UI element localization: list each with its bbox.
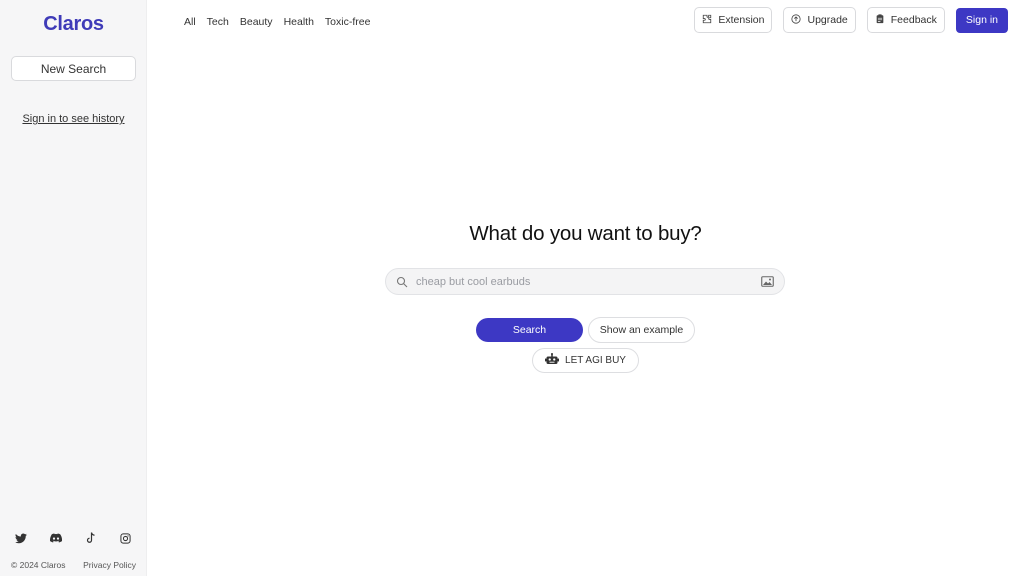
extension-button[interactable]: Extension bbox=[694, 7, 773, 33]
search-icon bbox=[396, 276, 408, 288]
feedback-button[interactable]: Feedback bbox=[866, 7, 945, 33]
sign-in-button[interactable]: Sign in bbox=[955, 7, 1008, 33]
search-input[interactable] bbox=[416, 275, 761, 288]
show-example-button[interactable]: Show an example bbox=[588, 317, 695, 343]
privacy-policy-link[interactable]: Privacy Policy bbox=[83, 560, 136, 570]
category-health[interactable]: Health bbox=[284, 16, 314, 28]
search-bar bbox=[385, 268, 785, 295]
puzzle-icon bbox=[702, 14, 712, 27]
search-button[interactable]: Search bbox=[476, 318, 583, 342]
twitter-icon[interactable] bbox=[14, 531, 28, 545]
header-actions: Extension Upgrade Feedback Sign in bbox=[694, 7, 1008, 33]
tiktok-icon[interactable] bbox=[84, 531, 98, 545]
sign-in-history-link[interactable]: Sign in to see history bbox=[0, 113, 147, 125]
category-all[interactable]: All bbox=[184, 16, 196, 28]
sidebar: Claros New Search Sign in to see history… bbox=[0, 0, 147, 576]
category-beauty[interactable]: Beauty bbox=[240, 16, 273, 28]
feedback-label: Feedback bbox=[890, 14, 937, 26]
category-toxic-free[interactable]: Toxic-free bbox=[325, 16, 371, 28]
instagram-icon[interactable] bbox=[119, 531, 133, 545]
logo[interactable]: Claros bbox=[0, 13, 147, 36]
page-headline: What do you want to buy? bbox=[469, 222, 702, 245]
clipboard-icon bbox=[875, 13, 885, 27]
copyright-text: © 2024 Claros bbox=[11, 560, 66, 570]
sidebar-footer: © 2024 Claros Privacy Policy bbox=[11, 560, 136, 570]
category-nav: All Tech Beauty Health Toxic-free bbox=[184, 16, 370, 28]
upgrade-button[interactable]: Upgrade bbox=[783, 7, 856, 33]
arrow-up-circle-icon bbox=[791, 13, 802, 27]
category-tech[interactable]: Tech bbox=[207, 16, 229, 28]
image-upload-icon[interactable] bbox=[761, 276, 774, 287]
let-agi-buy-button[interactable]: LET AGI BUY bbox=[532, 348, 639, 373]
discord-icon[interactable] bbox=[49, 531, 63, 545]
let-agi-buy-label: LET AGI BUY bbox=[565, 355, 626, 366]
extension-label: Extension bbox=[718, 14, 765, 26]
upgrade-label: Upgrade bbox=[807, 14, 848, 26]
new-search-button[interactable]: New Search bbox=[11, 56, 136, 81]
social-links bbox=[0, 531, 147, 545]
robot-icon bbox=[545, 353, 560, 368]
